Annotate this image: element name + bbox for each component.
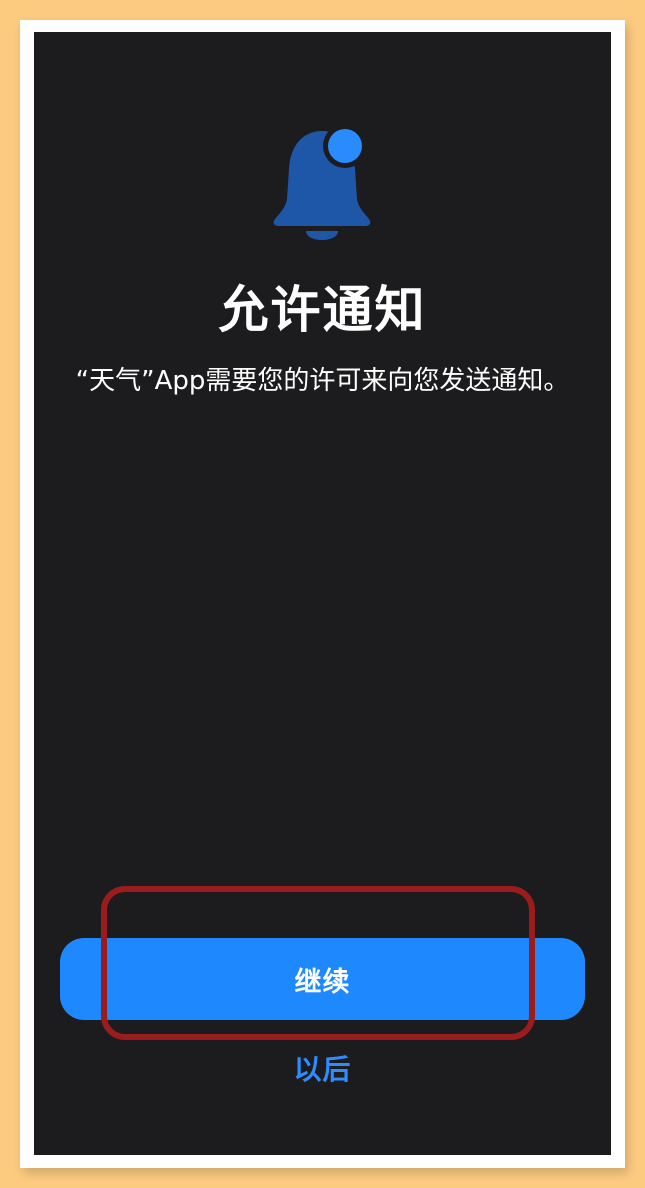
- later-button[interactable]: 以后: [34, 1048, 611, 1088]
- permission-message: “天气”App需要您的许可来向您发送通知。: [75, 366, 570, 396]
- permission-screen: 允许通知 “天气”App需要您的许可来向您发送通知。 继续 以后: [34, 32, 611, 1155]
- continue-button-label: 继续: [294, 966, 351, 998]
- page-title: 允许通知: [218, 281, 427, 339]
- bell-badge-icon: [273, 125, 371, 240]
- continue-button[interactable]: 继续: [60, 938, 585, 1020]
